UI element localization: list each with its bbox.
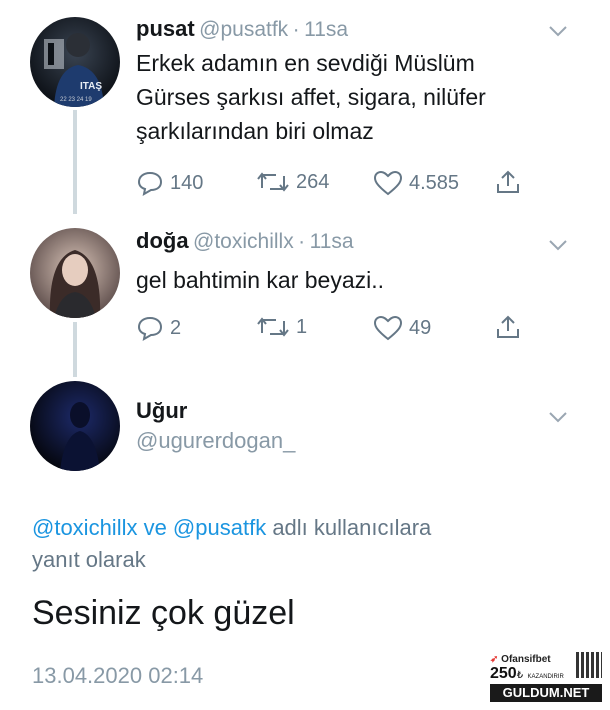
thread-line-2	[73, 322, 77, 377]
tweet-line: şarkılarından biri olmaz	[136, 118, 374, 144]
retweet-count: 264	[296, 170, 330, 193]
ad-currency: ₺	[516, 670, 524, 681]
retweet-icon	[257, 172, 289, 192]
tweet-1-body: Erkek adamın en sevdiği Müslüm Gürses şa…	[136, 46, 486, 148]
share-button[interactable]	[494, 313, 522, 341]
chevron-down-icon[interactable]	[548, 234, 568, 257]
ad-amount: 250	[490, 665, 517, 682]
avatar-ugur[interactable]	[30, 381, 120, 471]
author-handle[interactable]: @pusatfk	[199, 18, 288, 41]
qr-code-icon	[576, 652, 602, 678]
reply-count: 140	[170, 171, 204, 194]
timestamp[interactable]: 11sa	[310, 230, 354, 253]
main-tweet-text: Sesiniz çok güzel	[32, 594, 295, 632]
retweet-count: 1	[296, 315, 308, 338]
svg-text:ITAŞ: ITAŞ	[80, 81, 102, 92]
author-name[interactable]: Uğur	[136, 398, 187, 424]
chevron-down-icon[interactable]	[548, 406, 568, 429]
reply-context: @toxichillx ve @pusatfk adlı kullanıcıla…	[32, 512, 431, 576]
author-handle[interactable]: @ugurerdogan_	[136, 428, 295, 454]
author-name[interactable]: doğa	[136, 228, 189, 253]
avatar-doga[interactable]	[30, 228, 120, 318]
like-button[interactable]: 4.585	[373, 170, 459, 196]
reply-button[interactable]: 2	[136, 315, 181, 341]
reply-to-text-2: yanıt olarak	[32, 547, 146, 572]
like-icon	[373, 315, 403, 341]
tweet-line: Gürses şarkısı affet, sigara, nilüfer	[136, 84, 486, 110]
share-icon	[497, 170, 519, 193]
separator: ·	[292, 18, 300, 41]
reply-to-users-link[interactable]: @toxichillx ve @pusatfk	[32, 515, 266, 540]
ad-brand: Ofansifbet	[501, 654, 551, 665]
author-name[interactable]: pusat	[136, 16, 195, 41]
reply-icon	[137, 171, 163, 196]
like-count: 49	[409, 316, 432, 339]
like-count: 4.585	[409, 171, 460, 194]
tweet-1-header: pusat @pusatfk · 11sa	[136, 16, 348, 42]
timestamp[interactable]: 11sa	[304, 18, 348, 41]
like-icon	[373, 170, 403, 196]
thread-line-1	[73, 110, 77, 214]
watermark-ad: ➶ Ofansifbet 250₺ KAZANDIRIR GULDUM.NET	[490, 652, 602, 704]
svg-text:22 23 24 19: 22 23 24 19	[60, 97, 92, 103]
like-button[interactable]: 49	[373, 315, 431, 341]
retweet-button[interactable]: 1	[256, 315, 307, 339]
ad-run-icon: ➶	[490, 654, 499, 665]
share-button[interactable]	[494, 168, 522, 196]
ad-tag: KAZANDIRIR	[527, 674, 564, 680]
retweet-icon	[257, 317, 289, 337]
reply-button[interactable]: 140	[136, 170, 203, 196]
author-handle[interactable]: @toxichillx	[193, 230, 294, 253]
chevron-down-icon[interactable]	[548, 20, 568, 43]
reply-icon	[137, 316, 163, 341]
avatar-pusat[interactable]: ITAŞ 22 23 24 19	[30, 17, 120, 107]
tweet-line: gel bahtimin kar beyazi..	[136, 267, 385, 293]
tweet-line: Erkek adamın en sevdiği Müslüm	[136, 50, 475, 76]
retweet-button[interactable]: 264	[256, 170, 329, 194]
tweet-date[interactable]: 13.04.2020 02:14	[32, 663, 203, 689]
tweet-2-body: gel bahtimin kar beyazi..	[136, 263, 384, 297]
reply-to-text: adlı kullanıcılara	[266, 515, 432, 540]
ad-site: GULDUM.NET	[490, 684, 602, 702]
separator: ·	[298, 230, 306, 253]
share-icon	[497, 315, 519, 338]
tweet-2-header: doğa @toxichillx · 11sa	[136, 228, 354, 254]
reply-count: 2	[170, 316, 182, 339]
